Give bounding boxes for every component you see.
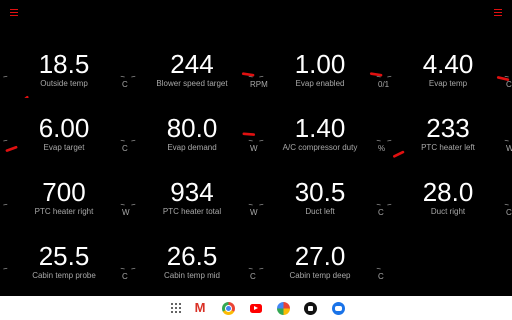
- gauge-label: Evap target: [43, 143, 85, 152]
- gauge-unit: C: [506, 208, 512, 217]
- gauge-label: A/C compressor duty: [282, 143, 358, 152]
- gauge-value: 244: [170, 49, 214, 79]
- gauge-label: Cabin temp mid: [163, 271, 221, 280]
- gauge-value: 233: [426, 113, 470, 143]
- gauge: 27.0 Cabin temp deep C: [256, 226, 384, 290]
- gauge: 233 PTC heater left W: [384, 98, 512, 162]
- gauge: 934 PTC heater total W: [128, 162, 258, 226]
- gauge-label: Cabin temp probe: [32, 271, 96, 280]
- gauge-grid: 18.5 Outside temp C 244 Blower speed target R…: [0, 34, 512, 290]
- gauge-label: Blower speed target: [156, 79, 228, 88]
- app-drawer-icon[interactable]: [168, 300, 184, 316]
- gauge-value: 25.5: [38, 241, 90, 271]
- gauge: 700 PTC heater right W: [0, 162, 130, 226]
- gauge: 25.5 Cabin temp probe C: [0, 226, 128, 290]
- gauge: 4.40 Evap temp C: [384, 34, 512, 98]
- gauge-label: Duct right: [430, 207, 466, 216]
- gmail-icon[interactable]: M: [192, 300, 208, 316]
- gauge-label: PTC heater right: [34, 207, 94, 216]
- navigation-bar: M: [0, 296, 512, 320]
- gauge: 6.00 Evap target C: [0, 98, 128, 162]
- gauge-value: 27.0: [294, 241, 346, 271]
- gauge-value: 934: [170, 177, 214, 207]
- gauge-value: 18.5: [38, 49, 90, 79]
- messages-icon[interactable]: [330, 300, 346, 316]
- gauge: 1.00 Evap enabled 0/1: [256, 34, 389, 98]
- gauge: 244 Blower speed target RPM: [128, 34, 268, 98]
- gauge-label: PTC heater total: [162, 207, 222, 216]
- gauge-value: 6.00: [38, 113, 90, 143]
- dashboard-screen: 18.5 Outside temp C 244 Blower speed target R…: [0, 0, 512, 320]
- gauge-unit: C: [122, 80, 128, 89]
- gauge-label: Evap demand: [167, 143, 217, 152]
- gauge: 1.40 A/C compressor duty%: [256, 98, 385, 162]
- gauge: 18.5 Outside temp C: [0, 34, 128, 98]
- gauge-value: 1.00: [294, 49, 346, 79]
- chrome-icon[interactable]: [220, 300, 236, 316]
- menu-icon[interactable]: [494, 9, 502, 16]
- gauge-label: Cabin temp deep: [289, 271, 351, 280]
- gauge: 30.5 Duct left C: [256, 162, 384, 226]
- gauge-label: Outside temp: [40, 79, 88, 88]
- gauge-unit: C: [378, 272, 384, 281]
- gauge-value: 28.0: [422, 177, 474, 207]
- gauge-label: Evap enabled: [295, 79, 345, 88]
- gauge-value: 4.40: [422, 49, 474, 79]
- gauge-unit: C: [122, 144, 128, 153]
- gauge-value: 1.40: [294, 113, 346, 143]
- gauge: 26.5 Cabin temp mid C: [128, 226, 256, 290]
- gauge-value: 30.5: [294, 177, 346, 207]
- gauge-label: PTC heater left: [421, 143, 475, 152]
- gauge-value: 26.5: [166, 241, 218, 271]
- youtube-icon[interactable]: [248, 300, 264, 316]
- gauge-label: Duct left: [305, 207, 335, 216]
- menu-icon[interactable]: [10, 9, 18, 16]
- gauge-value: 700: [42, 177, 86, 207]
- gauge: 28.0 Duct right C: [384, 162, 512, 226]
- square-app-icon[interactable]: [302, 300, 318, 316]
- gauge-unit: W: [506, 144, 512, 153]
- gauge-label: Evap temp: [428, 79, 468, 88]
- gauge: 80.0 Evap demand W: [128, 98, 258, 162]
- gauge-value: 80.0: [166, 113, 218, 143]
- gauge-unit: C: [506, 80, 512, 89]
- gauge-unit: C: [378, 208, 384, 217]
- photos-icon[interactable]: [275, 300, 291, 316]
- gauge-unit: C: [250, 272, 256, 281]
- gauge-unit: C: [122, 272, 128, 281]
